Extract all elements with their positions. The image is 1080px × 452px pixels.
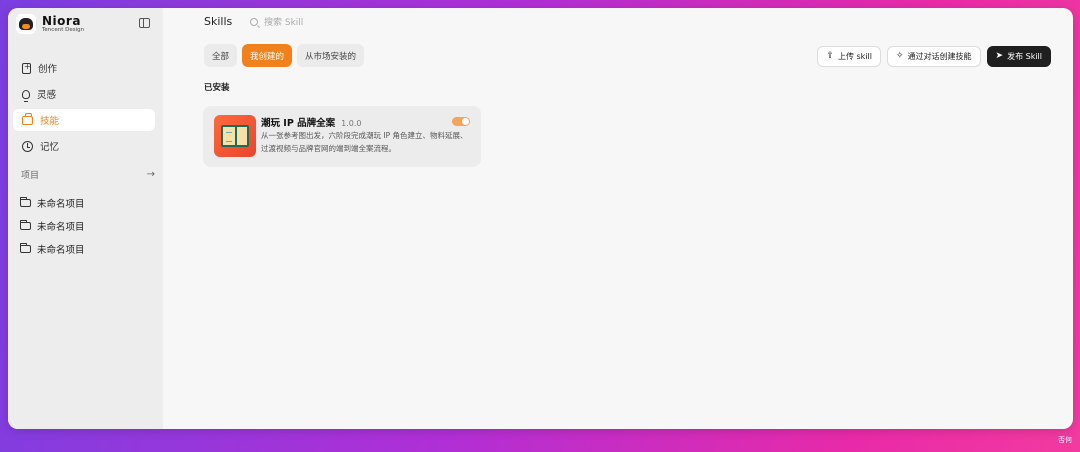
skill-enabled-toggle[interactable] bbox=[452, 117, 470, 126]
publish-skill-label: 发布 Skill bbox=[1007, 52, 1042, 61]
project-label: 未命名项目 bbox=[37, 244, 85, 256]
projects-label: 项目 bbox=[21, 171, 40, 181]
send-icon: ➤ bbox=[995, 51, 1004, 61]
main-content: Skills 搜索 Skill 全部 我创建的 从市场安装的 ⇪ 上传 skil… bbox=[163, 8, 1073, 429]
skill-title: 潮玩 IP 品牌全案 1.0.0 bbox=[261, 115, 361, 129]
folder-icon bbox=[20, 219, 31, 230]
sidebar-item-inspiration[interactable]: 灵感 bbox=[13, 83, 155, 105]
brand-name: Niora bbox=[42, 13, 81, 28]
sidebar: Niora Tencent Design 创作 灵感 技能 记忆 bbox=[8, 8, 163, 429]
section-title-installed: 已安装 bbox=[204, 83, 230, 93]
search-icon bbox=[250, 17, 258, 26]
sidebar-item-label: 技能 bbox=[40, 116, 60, 127]
brand-subtitle: Tencent Design bbox=[42, 26, 85, 33]
bulb-icon bbox=[22, 89, 30, 102]
skill-version: 1.0.0 bbox=[341, 119, 362, 128]
toolbox-icon bbox=[22, 112, 33, 125]
watermark: 否何 bbox=[1058, 436, 1072, 444]
create-by-chat-label: 通过对话创建技能 bbox=[907, 52, 972, 61]
search-input[interactable]: 搜索 Skill bbox=[250, 15, 303, 28]
skill-name: 潮玩 IP 品牌全案 bbox=[261, 118, 336, 129]
sidebar-item-skills[interactable]: 技能 bbox=[13, 109, 155, 131]
project-label: 未命名项目 bbox=[37, 198, 85, 210]
tab-created-by-me[interactable]: 我创建的 bbox=[242, 44, 293, 67]
sidebar-item-create[interactable]: 创作 bbox=[13, 57, 155, 79]
tab-installed-from-market[interactable]: 从市场安装的 bbox=[297, 44, 365, 67]
projects-header: 项目 → bbox=[21, 168, 155, 181]
sidebar-item-memory[interactable]: 记忆 bbox=[13, 135, 155, 157]
app-window: Niora Tencent Design 创作 灵感 技能 记忆 bbox=[8, 8, 1073, 429]
sidebar-item-label: 创作 bbox=[38, 64, 58, 75]
create-by-chat-button[interactable]: ✧ 通过对话创建技能 bbox=[886, 46, 981, 67]
folder-icon bbox=[20, 196, 31, 207]
upload-icon: ⇪ bbox=[826, 51, 834, 61]
book-icon bbox=[214, 115, 256, 157]
search-placeholder: 搜索 Skill bbox=[264, 18, 304, 28]
project-item[interactable]: 未命名项目 bbox=[20, 191, 85, 214]
brand: Niora Tencent Design bbox=[16, 14, 84, 34]
arrow-right-icon[interactable]: → bbox=[147, 169, 155, 180]
tab-all[interactable]: 全部 bbox=[204, 44, 238, 67]
sparkle-icon: ✧ bbox=[895, 51, 904, 61]
page-title: Skills bbox=[204, 15, 233, 28]
project-item[interactable]: 未命名项目 bbox=[20, 237, 85, 260]
header-actions: ⇪ 上传 skill ✧ 通过对话创建技能 ➤ 发布 Skill bbox=[817, 46, 1051, 67]
folder-icon bbox=[20, 242, 31, 253]
new-doc-icon bbox=[22, 62, 31, 74]
sidebar-collapse-icon[interactable] bbox=[139, 18, 150, 28]
upload-skill-label: 上传 skill bbox=[837, 52, 872, 61]
publish-skill-button[interactable]: ➤ 发布 Skill bbox=[986, 46, 1051, 67]
filter-tabs: 全部 我创建的 从市场安装的 bbox=[204, 44, 365, 67]
project-list: 未命名项目 未命名项目 未命名项目 bbox=[20, 191, 85, 260]
upload-skill-button[interactable]: ⇪ 上传 skill bbox=[817, 46, 881, 67]
sidebar-item-label: 记忆 bbox=[40, 142, 60, 153]
clock-icon bbox=[22, 140, 33, 152]
project-label: 未命名项目 bbox=[37, 221, 85, 233]
sidebar-nav: 创作 灵感 技能 记忆 bbox=[13, 57, 155, 161]
logo-icon bbox=[16, 14, 36, 34]
sidebar-item-label: 灵感 bbox=[37, 90, 57, 101]
skill-card[interactable]: 潮玩 IP 品牌全案 1.0.0 从一张参考图出发，六阶段完成潮玩 IP 角色建立… bbox=[203, 106, 481, 167]
skill-description: 从一张参考图出发，六阶段完成潮玩 IP 角色建立、物料延展、过渡视频与品牌官网的… bbox=[261, 131, 468, 153]
project-item[interactable]: 未命名项目 bbox=[20, 214, 85, 237]
